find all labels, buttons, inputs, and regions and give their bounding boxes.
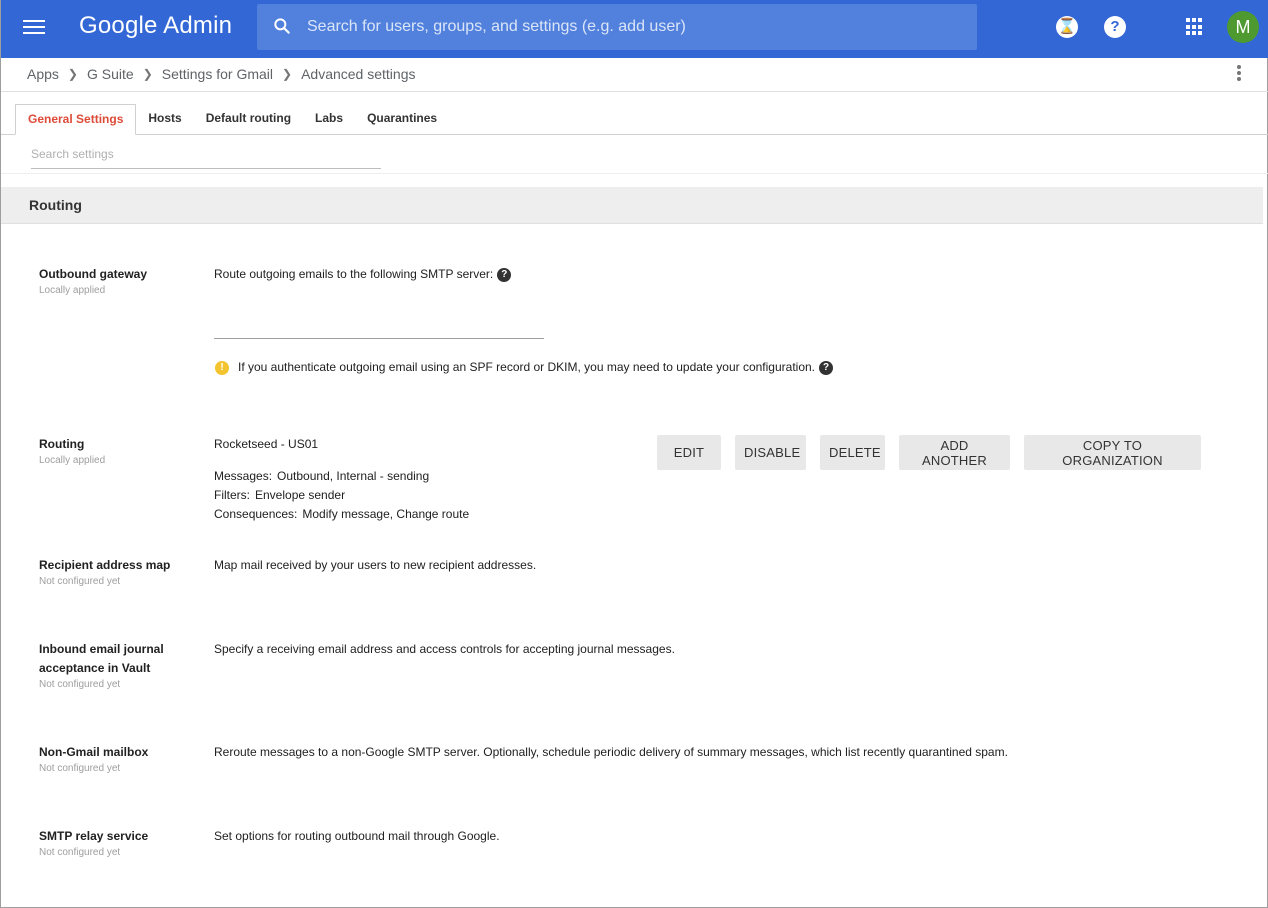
- setting-description: Map mail received by your users to new r…: [214, 558, 537, 572]
- search-icon: [274, 18, 290, 34]
- routing-messages: Messages: Outbound, Internal - sending: [214, 467, 469, 486]
- divider: [1, 173, 1268, 174]
- tab-labs[interactable]: Labs: [303, 104, 355, 135]
- tab-bar: General Settings Hosts Default routing L…: [15, 104, 449, 135]
- smtp-server-input[interactable]: [214, 313, 544, 339]
- setting-status: Not configured yet: [39, 847, 121, 858]
- setting-title: Outbound gateway: [39, 267, 147, 281]
- tab-quarantines[interactable]: Quarantines: [355, 104, 449, 135]
- chevron-right-icon: ❯: [142, 67, 153, 81]
- tab-hosts[interactable]: Hosts: [136, 104, 193, 135]
- setting-label[interactable]: Outbound gateway Locally applied: [39, 265, 189, 298]
- routing-actions: EDIT DISABLE DELETE ADD ANOTHER COPY TO …: [657, 435, 1201, 470]
- tab-default-routing[interactable]: Default routing: [194, 104, 303, 135]
- setting-status: Not configured yet: [39, 576, 121, 587]
- setting-label[interactable]: Non-Gmail mailbox Not configured yet: [39, 743, 189, 776]
- delete-button[interactable]: DELETE: [820, 435, 885, 470]
- setting-title: Routing: [39, 437, 85, 451]
- menu-icon[interactable]: [23, 17, 45, 39]
- help-icon[interactable]: ?: [1104, 16, 1126, 38]
- warning-icon: !: [215, 361, 229, 375]
- search-settings-input[interactable]: [31, 140, 381, 169]
- messages-label: Messages:: [214, 469, 273, 483]
- help-icon[interactable]: ?: [497, 268, 512, 282]
- breadcrumb-settings-for-gmail[interactable]: Settings for Gmail: [162, 66, 273, 82]
- setting-label[interactable]: SMTP relay service Not configured yet: [39, 827, 189, 860]
- setting-label[interactable]: Routing Locally applied: [39, 435, 189, 468]
- tab-general-settings[interactable]: General Settings: [15, 104, 137, 135]
- avatar[interactable]: M: [1227, 11, 1259, 43]
- outbound-gateway-description: Route outgoing emails to the following S…: [214, 267, 494, 281]
- disable-button[interactable]: DISABLE: [735, 435, 806, 470]
- help-icon[interactable]: ?: [819, 361, 834, 375]
- routing-rule-name: Rocketseed - US01: [214, 437, 319, 451]
- setting-label[interactable]: Inbound email journal acceptance in Vaul…: [39, 640, 179, 692]
- breadcrumb-apps[interactable]: Apps: [27, 66, 59, 82]
- top-app-bar: Google Admin ⌛ ? M: [1, 0, 1268, 58]
- setting-status: Locally applied: [39, 285, 106, 296]
- setting-description: Set options for routing outbound mail th…: [214, 829, 500, 843]
- hourglass-icon[interactable]: ⌛: [1056, 16, 1078, 38]
- edit-button[interactable]: EDIT: [657, 435, 721, 470]
- setting-status: Locally applied: [39, 455, 106, 466]
- app-logo[interactable]: Google Admin: [79, 12, 232, 40]
- setting-title: Non-Gmail mailbox: [39, 745, 149, 759]
- global-search[interactable]: [257, 4, 977, 50]
- setting-label[interactable]: Recipient address map Not configured yet: [39, 556, 189, 589]
- setting-title: SMTP relay service: [39, 829, 149, 843]
- apps-grid-icon[interactable]: [1186, 18, 1204, 36]
- chevron-right-icon: ❯: [67, 67, 78, 81]
- setting-status: Not configured yet: [39, 679, 121, 690]
- routing-rule-summary: Rocketseed - US01 Messages: Outbound, Int…: [214, 435, 469, 524]
- section-header-routing: Routing: [1, 187, 1263, 224]
- add-another-button[interactable]: ADD ANOTHER: [899, 435, 1010, 470]
- routing-filters: Filters: Envelope sender: [214, 486, 469, 505]
- setting-title: Inbound email journal acceptance in Vaul…: [39, 642, 164, 675]
- setting-status: Not configured yet: [39, 763, 121, 774]
- global-search-input[interactable]: [307, 12, 957, 42]
- chevron-right-icon: ❯: [282, 67, 293, 81]
- breadcrumb-advanced-settings: Advanced settings: [301, 66, 416, 82]
- more-vert-icon[interactable]: [1235, 64, 1243, 84]
- copy-to-organization-button[interactable]: COPY TO ORGANIZATION: [1024, 435, 1201, 470]
- setting-description: Route outgoing emails to the following S…: [214, 265, 512, 284]
- consequences-value: Modify message, Change route: [302, 507, 470, 521]
- setting-description: Reroute messages to a non-Google SMTP se…: [214, 745, 1008, 759]
- breadcrumb-g-suite[interactable]: G Suite: [87, 66, 134, 82]
- setting-title: Recipient address map: [39, 558, 171, 572]
- filters-label: Filters:: [214, 488, 250, 502]
- setting-description: Specify a receiving email address and ac…: [214, 642, 675, 656]
- divider: [1, 91, 1268, 92]
- warning-text: If you authenticate outgoing email using…: [238, 360, 816, 374]
- filters-value: Envelope sender: [255, 488, 346, 502]
- spf-dkim-warning: ! If you authenticate outgoing email usin…: [215, 358, 834, 377]
- consequences-label: Consequences:: [214, 507, 298, 521]
- routing-consequences: Consequences: Modify message, Change rout…: [214, 505, 469, 524]
- breadcrumb: Apps ❯ G Suite ❯ Settings for Gmail ❯ Ad…: [27, 64, 415, 84]
- section-title: Routing: [29, 197, 82, 213]
- messages-value: Outbound, Internal - sending: [277, 469, 430, 483]
